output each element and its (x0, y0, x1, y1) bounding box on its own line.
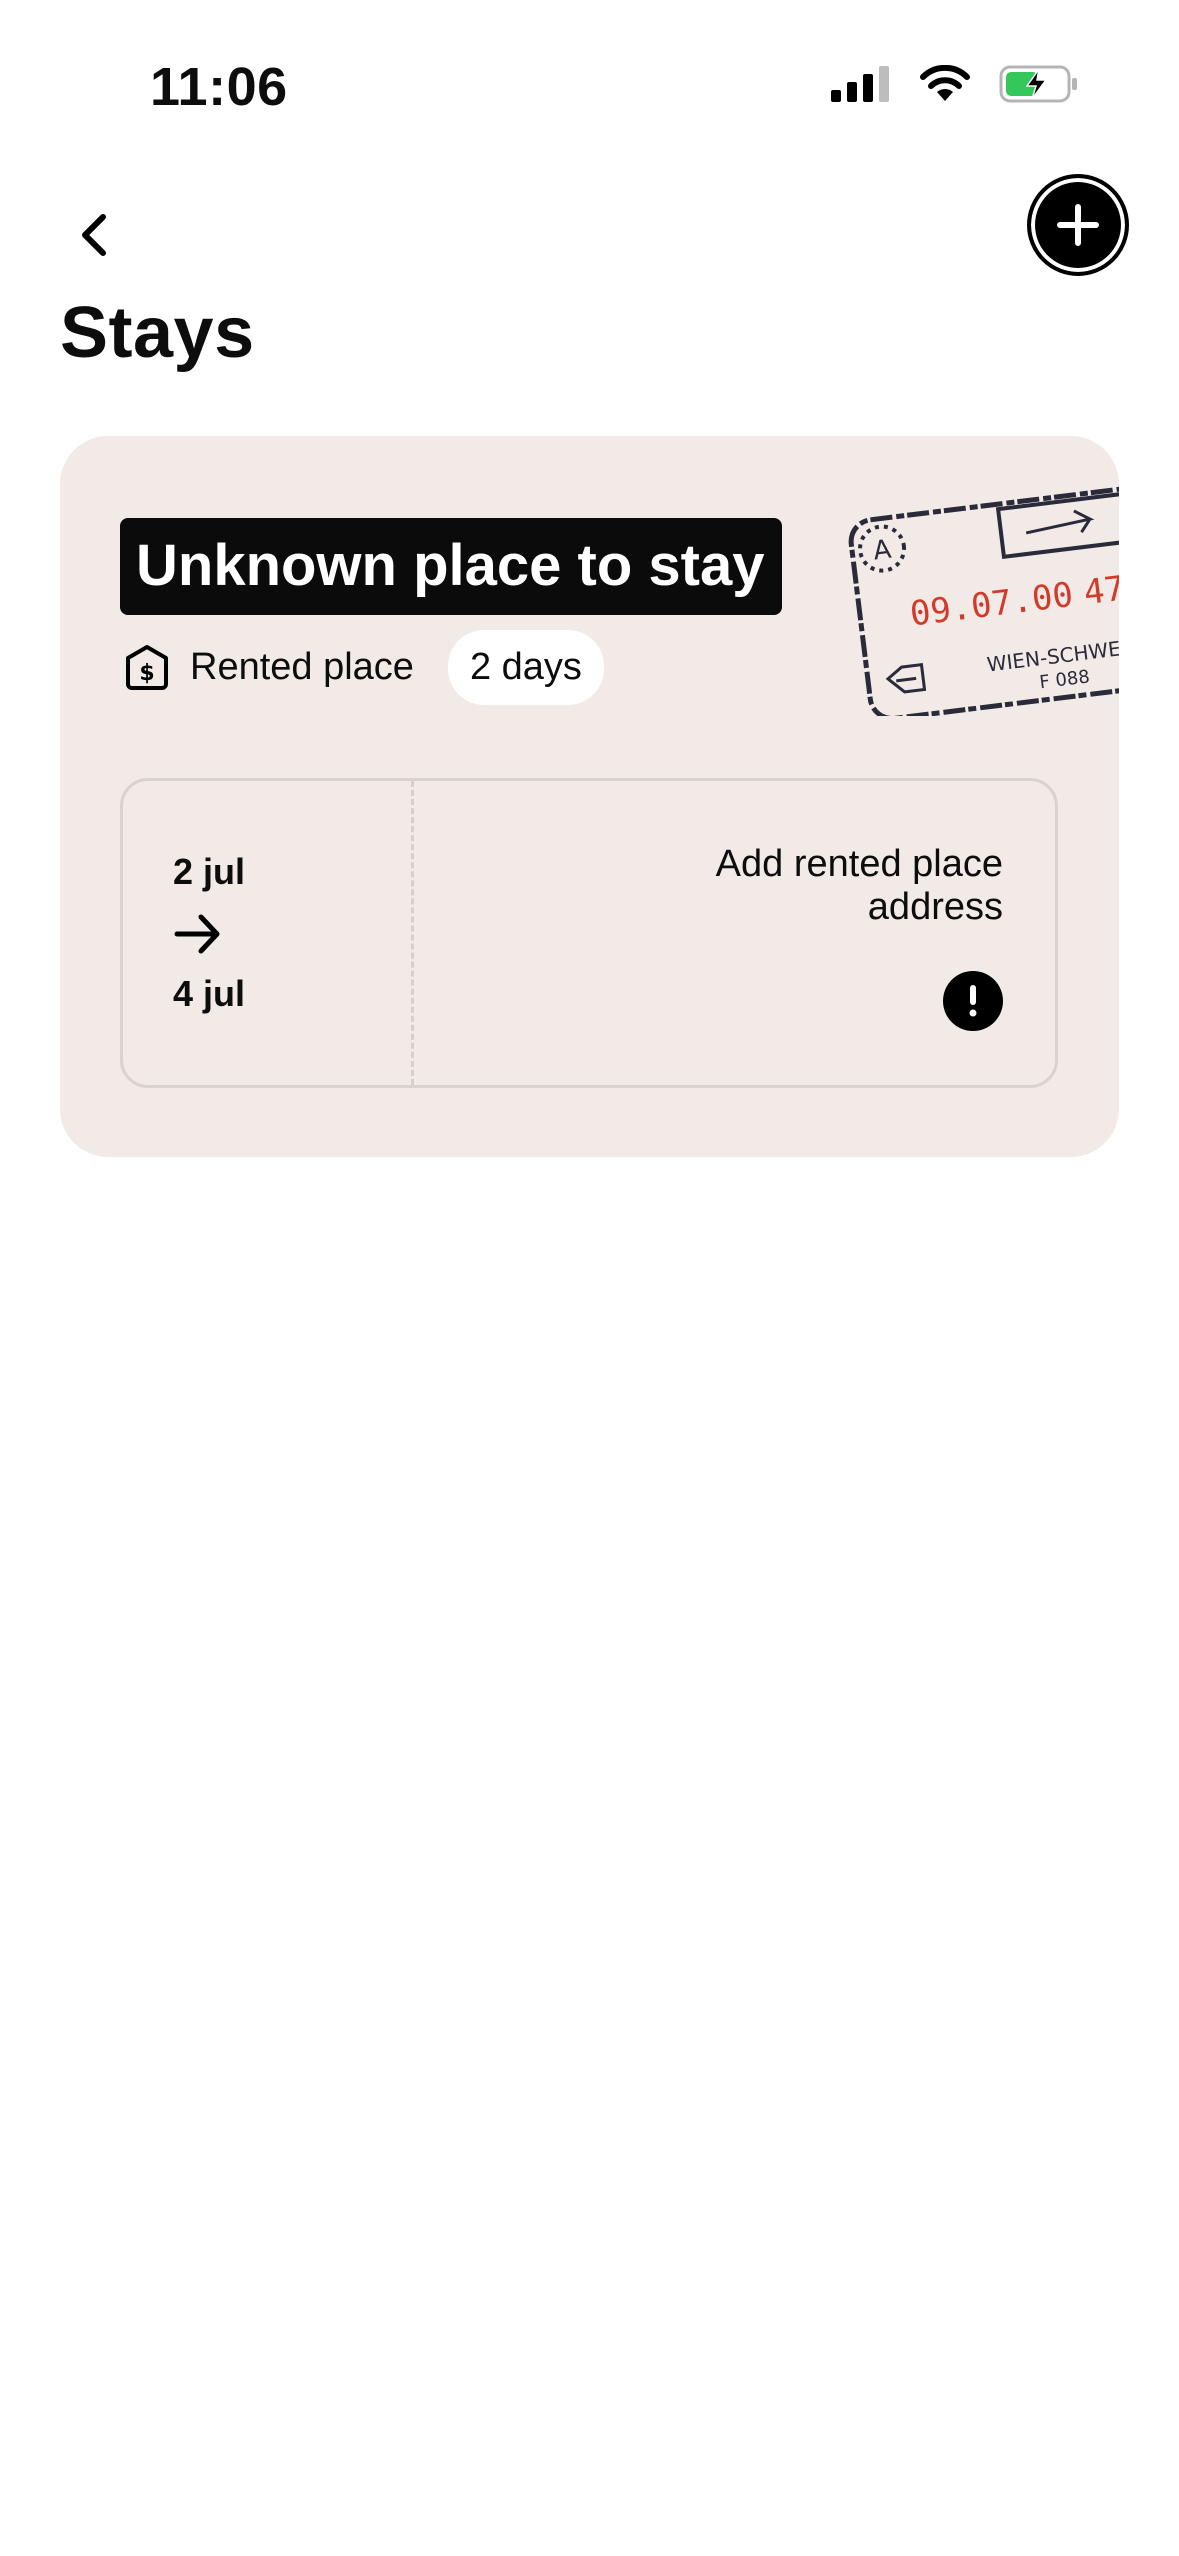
check-in-date: 2 jul (173, 851, 246, 892)
svg-text:$: $ (139, 661, 154, 686)
duration-badge: 2 days (447, 630, 604, 705)
stays-screen: 11:06 Stays Unknown place to stay $ Rent… (0, 0, 1179, 2556)
dates-divider (411, 781, 414, 1085)
stamp-badge: A (872, 535, 894, 567)
chevron-left-icon (82, 214, 106, 256)
house-dollar-icon: $ (126, 644, 168, 690)
add-address-link[interactable]: Add rented place address (583, 843, 1003, 929)
stay-card[interactable]: Unknown place to stay $ Rented place 2 d… (60, 436, 1119, 1157)
check-out-date: 4 jul (173, 973, 246, 1014)
page-title: Stays (60, 293, 255, 373)
stay-meta: $ Rented place 2 days (124, 630, 604, 705)
status-icons (831, 64, 1079, 104)
status-time: 11:06 (150, 57, 288, 117)
back-button[interactable] (64, 200, 124, 270)
battery-charging-icon (999, 65, 1077, 103)
plus-icon (1057, 204, 1099, 246)
passport-stamp-icon: A 09.07.00 47 WIEN-SCHWECH F 088 (848, 485, 1119, 716)
stamp-date: 09.07.00 (908, 575, 1075, 635)
stamp-number: 47 (1082, 568, 1119, 613)
stay-details-box[interactable]: 2 jul 4 jul Add rented place address (120, 778, 1058, 1088)
stay-title: Unknown place to stay (120, 518, 783, 615)
arrow-right-icon (174, 914, 220, 954)
wifi-icon (920, 65, 970, 101)
stamp-code: F 088 (1038, 666, 1091, 693)
stay-type-label: Rented place (190, 646, 414, 688)
exclamation-icon (943, 971, 1003, 1031)
add-stay-button[interactable] (1027, 174, 1129, 276)
cellular-signal-icon (831, 66, 889, 102)
